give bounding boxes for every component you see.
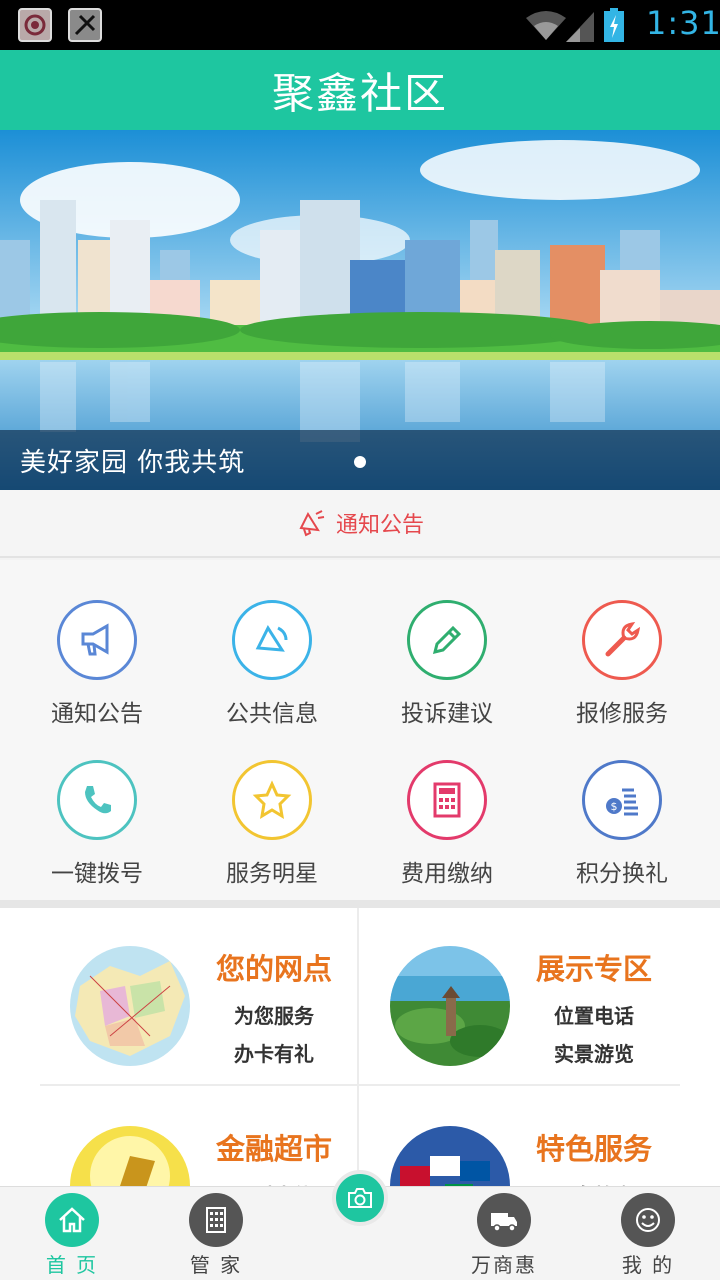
service-grid: 通知公告 公共信息 投诉建议 报修服务 一键拨号 服务明星 费用缴纳 $ 积分换… bbox=[0, 560, 720, 900]
card-title: 展示专区 bbox=[536, 952, 653, 986]
grid-item-label: 服务明星 bbox=[226, 861, 318, 887]
camera-icon bbox=[348, 1188, 372, 1208]
nav-home[interactable]: 首 页 bbox=[12, 1187, 132, 1278]
phone-icon bbox=[57, 760, 137, 840]
calculator-icon bbox=[407, 760, 487, 840]
card-subtitle: 实景游览 bbox=[554, 1042, 634, 1066]
nav-merchants[interactable]: 万商惠 bbox=[444, 1187, 564, 1278]
camera-button[interactable] bbox=[332, 1170, 388, 1226]
grid-item-label: 公共信息 bbox=[226, 701, 318, 727]
grid-item-label: 费用缴纳 bbox=[401, 861, 493, 887]
card-subtitle: 位置电话 bbox=[554, 1004, 634, 1028]
grid-item-star[interactable]: 服务明星 bbox=[182, 760, 362, 888]
truck-icon bbox=[477, 1193, 531, 1247]
grid-item-notice[interactable]: 通知公告 bbox=[7, 600, 187, 728]
speaker-icon bbox=[232, 600, 312, 680]
app-header: 聚鑫社区 bbox=[0, 50, 720, 130]
map-image bbox=[70, 946, 190, 1066]
building-icon bbox=[189, 1193, 243, 1247]
card-showcase[interactable]: 展示专区 位置电话 实景游览 bbox=[360, 908, 678, 1086]
svg-text:$: $ bbox=[611, 800, 618, 813]
grid-item-label: 一键拨号 bbox=[51, 861, 143, 887]
grid-item-dial[interactable]: 一键拨号 bbox=[7, 760, 187, 888]
speaker-icon bbox=[299, 510, 325, 537]
pencil-icon bbox=[407, 600, 487, 680]
coins-icon: $ bbox=[582, 760, 662, 840]
gold-image bbox=[70, 1126, 190, 1188]
grid-item-label: 投诉建议 bbox=[401, 701, 493, 727]
signal-icon bbox=[566, 12, 594, 42]
nav-steward[interactable]: 管 家 bbox=[156, 1187, 276, 1278]
grid-item-repair[interactable]: 报修服务 bbox=[532, 600, 712, 728]
battery-charging-icon bbox=[604, 8, 624, 42]
banner-caption: 美好家园 你我共筑 bbox=[0, 430, 720, 490]
status-bar: 1:31 bbox=[0, 0, 720, 50]
smiley-icon bbox=[621, 1193, 675, 1247]
app-tool-icon bbox=[68, 8, 102, 42]
grid-item-complaint[interactable]: 投诉建议 bbox=[357, 600, 537, 728]
wifi-icon bbox=[526, 11, 566, 40]
scenic-image bbox=[390, 946, 510, 1066]
grid-item-payment[interactable]: 费用缴纳 bbox=[357, 760, 537, 888]
nav-label: 万商惠 bbox=[471, 1253, 537, 1277]
card-special[interactable]: 特色服务 子女教育 bbox=[360, 1088, 678, 1188]
nav-mine[interactable]: 我 的 bbox=[588, 1187, 708, 1278]
star-icon bbox=[232, 760, 312, 840]
grid-item-label: 通知公告 bbox=[51, 701, 143, 727]
grid-item-label: 积分换礼 bbox=[576, 861, 668, 887]
banner-carousel[interactable]: 美好家园 你我共筑 bbox=[0, 130, 720, 490]
grid-item-public-info[interactable]: 公共信息 bbox=[182, 600, 362, 728]
feature-cards: 您的网点 为您服务 办卡有礼 展示专区 位置电话 实景游览 金融超市 特色服务 bbox=[0, 908, 720, 1188]
grid-item-label: 报修服务 bbox=[576, 701, 668, 727]
grid-item-points[interactable]: $ 积分换礼 bbox=[532, 760, 712, 888]
home-icon bbox=[45, 1193, 99, 1247]
notice-bar[interactable]: 通知公告 bbox=[0, 490, 720, 558]
card-title: 您的网点 bbox=[216, 952, 333, 986]
card-title: 特色服务 bbox=[536, 1132, 653, 1166]
card-title: 金融超市 bbox=[216, 1132, 333, 1166]
flags-image bbox=[390, 1126, 510, 1188]
carousel-indicator-dot[interactable] bbox=[354, 456, 366, 468]
clock: 1:31 bbox=[646, 4, 720, 42]
megaphone-icon bbox=[57, 600, 137, 680]
card-subtitle: 办卡有礼 bbox=[234, 1042, 314, 1066]
nav-label: 管 家 bbox=[189, 1253, 243, 1277]
card-subtitle: 为您服务 bbox=[234, 1004, 314, 1028]
banner-caption-text: 美好家园 你我共筑 bbox=[20, 448, 246, 478]
nav-label: 首 页 bbox=[45, 1253, 99, 1277]
wrench-icon bbox=[582, 600, 662, 680]
app-flower-icon bbox=[18, 8, 52, 42]
card-finance[interactable]: 金融超市 理财大礼 bbox=[40, 1088, 358, 1188]
card-outlets[interactable]: 您的网点 为您服务 办卡有礼 bbox=[40, 908, 358, 1086]
notice-label: 通知公告 bbox=[335, 513, 424, 538]
section-divider bbox=[0, 900, 720, 908]
nav-label: 我 的 bbox=[621, 1253, 675, 1277]
page-title: 聚鑫社区 bbox=[271, 68, 448, 118]
